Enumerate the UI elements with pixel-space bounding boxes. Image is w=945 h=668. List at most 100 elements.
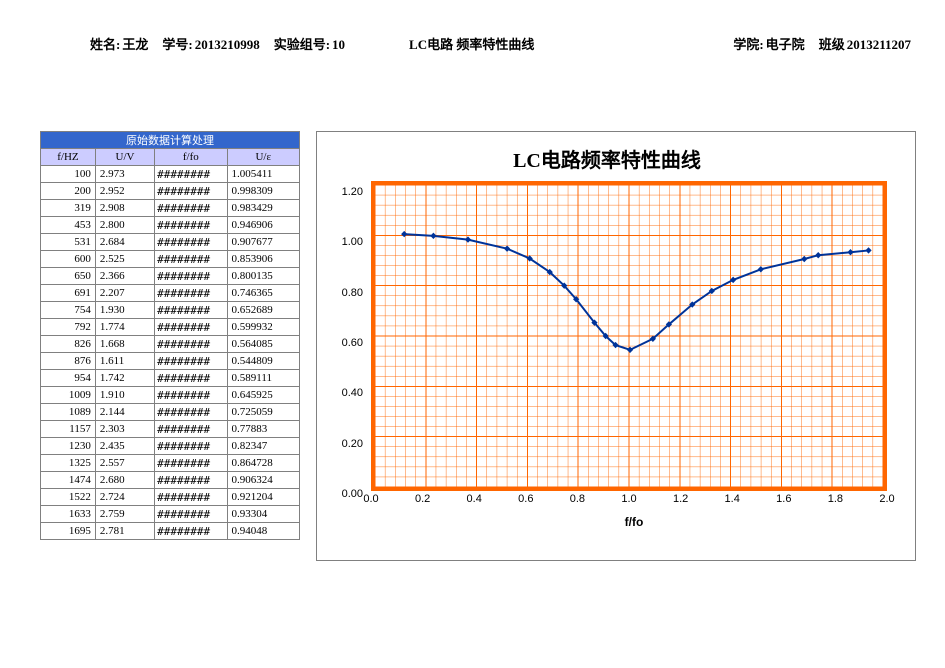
y-tick: 1.00 (342, 236, 363, 248)
table-row: 10892.144########0.725059 (41, 404, 300, 421)
cell-fhz: 100 (41, 166, 96, 183)
cell-uv: 2.144 (95, 404, 154, 421)
cell-ffo: ######## (155, 472, 227, 489)
x-tick: 0.4 (467, 493, 482, 505)
cell-uv: 2.525 (95, 251, 154, 268)
table-row: 10091.910########0.645925 (41, 387, 300, 404)
cell-ue: 0.853906 (227, 251, 299, 268)
cell-ue: 0.77883 (227, 421, 299, 438)
cell-uv: 2.435 (95, 438, 154, 455)
cell-ue: 0.907677 (227, 234, 299, 251)
table-row: 12302.435########0.82347 (41, 438, 300, 455)
x-tick: 0.0 (363, 493, 378, 505)
chart-svg (375, 185, 883, 487)
cell-uv: 2.207 (95, 285, 154, 302)
cell-ue: 0.652689 (227, 302, 299, 319)
sid-value: 2013210998 (195, 37, 260, 53)
cell-uv: 2.724 (95, 489, 154, 506)
y-tick: 0.80 (342, 287, 363, 299)
x-tick: 1.6 (776, 493, 791, 505)
cell-ue: 0.800135 (227, 268, 299, 285)
cell-ue: 0.998309 (227, 183, 299, 200)
table-row: 3192.908########0.983429 (41, 200, 300, 217)
y-tick: 0.60 (342, 337, 363, 349)
table-header-row: f/HZ U/V f/fo U/ε (41, 149, 300, 166)
doc-title: LC电路 频率特性曲线 (409, 34, 534, 53)
cell-ffo: ######## (155, 183, 227, 200)
cell-fhz: 531 (41, 234, 96, 251)
cell-ffo: ######## (155, 285, 227, 302)
col-ue: U/ε (227, 149, 299, 166)
cell-uv: 1.774 (95, 319, 154, 336)
table-row: 6502.366########0.800135 (41, 268, 300, 285)
y-tick: 1.20 (342, 186, 363, 198)
cell-uv: 1.742 (95, 370, 154, 387)
cell-ffo: ######## (155, 302, 227, 319)
cell-ffo: ######## (155, 336, 227, 353)
cell-ue: 0.564085 (227, 336, 299, 353)
cell-ue: 0.725059 (227, 404, 299, 421)
cell-ue: 0.544809 (227, 353, 299, 370)
cell-fhz: 826 (41, 336, 96, 353)
table-row: 7541.930########0.652689 (41, 302, 300, 319)
cell-fhz: 691 (41, 285, 96, 302)
cell-ffo: ######## (155, 421, 227, 438)
cell-ue: 0.983429 (227, 200, 299, 217)
cell-ue: 0.921204 (227, 489, 299, 506)
x-tick: 0.6 (518, 493, 533, 505)
x-tick: 1.4 (725, 493, 740, 505)
table-row: 6002.525########0.853906 (41, 251, 300, 268)
x-tick: 0.2 (415, 493, 430, 505)
table-row: 9541.742########0.589111 (41, 370, 300, 387)
table-row: 2002.952########0.998309 (41, 183, 300, 200)
col-fhz: f/HZ (41, 149, 96, 166)
table-row: 7921.774########0.599932 (41, 319, 300, 336)
class-label: 班级 (819, 34, 845, 53)
table-row: 16332.759########0.93304 (41, 506, 300, 523)
cell-uv: 2.908 (95, 200, 154, 217)
cell-ffo: ######## (155, 268, 227, 285)
cell-fhz: 1633 (41, 506, 96, 523)
plot-area (371, 181, 887, 491)
x-tick: 1.8 (828, 493, 843, 505)
table-row: 1002.973########1.005411 (41, 166, 300, 183)
cell-ue: 0.864728 (227, 455, 299, 472)
cell-ffo: ######## (155, 506, 227, 523)
college-label: 学院: (733, 34, 763, 53)
cell-fhz: 1474 (41, 472, 96, 489)
cell-ffo: ######## (155, 523, 227, 540)
cell-fhz: 954 (41, 370, 96, 387)
college-value: 电子院 (766, 34, 805, 53)
cell-ffo: ######## (155, 234, 227, 251)
cell-fhz: 319 (41, 200, 96, 217)
cell-ue: 0.906324 (227, 472, 299, 489)
table-row: 14742.680########0.906324 (41, 472, 300, 489)
table-section-header: 原始数据计算处理 (41, 132, 300, 149)
data-table: 原始数据计算处理 f/HZ U/V f/fo U/ε 1002.973#####… (40, 131, 300, 540)
y-tick: 0.00 (342, 488, 363, 500)
cell-ue: 0.746365 (227, 285, 299, 302)
cell-ffo: ######## (155, 404, 227, 421)
cell-ffo: ######## (155, 200, 227, 217)
chart-container: LC电路频率特性曲线 0.000.200.400.600.801.001.20 … (316, 131, 916, 561)
page-header: 姓名: 王龙 学号: 2013210998 实验组号: 10 LC电路 频率特性… (0, 0, 945, 53)
x-tick: 2.0 (879, 493, 894, 505)
cell-uv: 2.973 (95, 166, 154, 183)
cell-uv: 2.684 (95, 234, 154, 251)
cell-fhz: 1009 (41, 387, 96, 404)
cell-fhz: 1522 (41, 489, 96, 506)
cell-uv: 1.611 (95, 353, 154, 370)
cell-fhz: 1089 (41, 404, 96, 421)
x-axis-ticks: 0.00.20.40.60.81.01.21.41.61.82.0 (371, 491, 887, 505)
cell-uv: 2.800 (95, 217, 154, 234)
main-content: 原始数据计算处理 f/HZ U/V f/fo U/ε 1002.973#####… (0, 53, 945, 561)
name-value: 王龙 (122, 34, 148, 53)
cell-uv: 1.930 (95, 302, 154, 319)
cell-uv: 2.952 (95, 183, 154, 200)
cell-ue: 0.93304 (227, 506, 299, 523)
y-tick: 0.40 (342, 387, 363, 399)
cell-fhz: 200 (41, 183, 96, 200)
cell-ue: 0.946906 (227, 217, 299, 234)
class-value: 2013211207 (847, 37, 911, 53)
cell-ffo: ######## (155, 353, 227, 370)
